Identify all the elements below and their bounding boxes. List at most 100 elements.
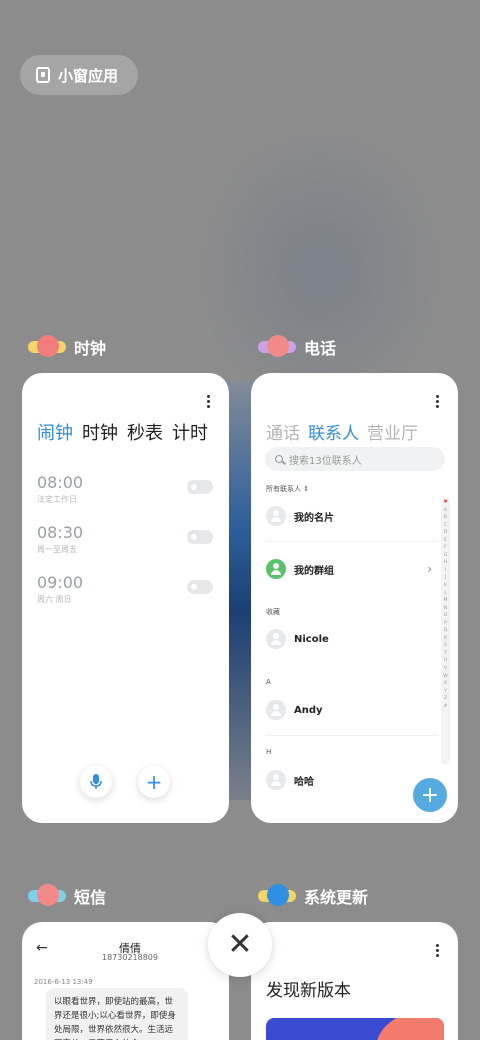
mini-window-label: 小窗应用 [58,66,119,85]
index-letter[interactable]: J [445,574,446,582]
add-contact-button[interactable]: + [413,778,447,812]
contact-name: 哈哈 [294,776,314,788]
index-letter[interactable]: A [444,507,447,515]
index-letter[interactable]: B [444,514,447,522]
plus-icon: + [420,782,440,808]
app-label-sms: 短信 [28,883,106,909]
sort-icon: ⇕ [303,485,310,493]
index-letter[interactable]: Z [444,695,447,703]
my-groups-label: 我的群组 [294,565,334,577]
contact-row[interactable]: Andy [266,698,436,722]
index-letter[interactable]: H [444,559,447,567]
index-letter[interactable]: M [444,597,448,605]
app-label-phone: 电话 [258,334,336,360]
contact-row[interactable]: 哈哈 [266,768,436,792]
index-letter[interactable]: # [444,703,448,711]
index-letter[interactable]: G [444,552,448,560]
mini-window-button[interactable]: 小窗应用 [20,55,138,95]
tab-alarm[interactable]: 闹钟 [37,419,73,445]
phone-more-icon[interactable] [436,395,440,408]
index-letter[interactable]: S [444,642,447,650]
mini-window-icon [36,67,50,83]
tab-timer[interactable]: 计时 [172,419,208,445]
search-placeholder: 搜索13位联系人 [289,455,362,467]
back-arrow-icon[interactable]: ← [36,940,48,956]
avatar-icon [266,506,286,526]
index-letter[interactable]: U [444,657,447,665]
close-all-button[interactable]: ✕ [208,913,272,977]
update-more-icon[interactable] [436,944,440,957]
alphabet-index[interactable]: ♥ A B C D E F G H I J K L M N O P Q R S T U V W X Y Z # [441,497,450,765]
my-card-row[interactable]: 我的名片 [266,504,436,528]
microphone-icon [90,774,102,789]
index-letter[interactable]: I [445,567,446,575]
index-letter[interactable]: V [444,665,447,673]
update-app-icon [258,883,296,909]
sms-app-name: 短信 [74,888,107,907]
alarm-toggle[interactable] [187,530,213,544]
tab-stopwatch[interactable]: 秒表 [127,419,163,445]
clock-app-name: 时钟 [74,339,107,358]
sms-contact-number: 18730218809 [102,953,158,962]
clock-app-icon [28,334,66,360]
alarm-toggle[interactable] [187,580,213,594]
index-letter[interactable]: Q [444,627,448,635]
section-favorites: 收藏 [266,608,280,616]
app-label-clock: 时钟 [28,334,106,360]
index-letter[interactable]: T [444,650,447,658]
voice-button[interactable] [80,766,112,798]
update-title: 发现新版本 [266,981,351,1001]
update-app-name: 系统更新 [304,888,369,907]
message-bubble: 以眼看世界，即使站的最高，世界还是很小;以心看世界，即使身处局限，世界依然很大。… [46,988,188,1040]
phone-card[interactable]: 通话 联系人 营业厅 搜索13位联系人 所有联系人 ⇕ 我的名片 我的群组 › … [251,373,458,823]
avatar-icon [266,700,286,720]
my-groups-row[interactable]: 我的群组 [266,557,436,581]
favorites-heart-icon: ♥ [443,500,448,505]
section-h: H [266,748,272,756]
index-letter[interactable]: W [443,673,448,681]
sms-date: 2016-6-13 13:49 [34,978,93,986]
index-letter[interactable]: P [444,620,447,628]
avatar-icon [266,770,286,790]
sms-card[interactable]: ← 倩倩 18730218809 2016-6-13 13:49 以眼看世界，即… [22,922,229,1040]
close-icon: ✕ [227,927,253,962]
contact-name: Andy [294,704,323,716]
tab-service-hall[interactable]: 营业厅 [367,419,418,444]
contact-filter[interactable]: 所有联系人 ⇕ [266,484,309,494]
index-letter[interactable]: O [444,612,448,620]
alarm-repeat: 周六 周日 [37,595,72,604]
alarm-repeat: 法定工作日 [37,495,77,504]
clock-card[interactable]: 闹钟 时钟 秒表 计时 08:00 法定工作日 08:30 周一至周五 09:0… [22,373,229,823]
my-card-label: 我的名片 [294,512,334,524]
tab-clock[interactable]: 时钟 [82,419,118,445]
update-card[interactable]: 发现新版本 [251,922,458,1040]
divider [266,541,438,542]
plus-icon: + [145,770,163,794]
contact-search-input[interactable]: 搜索13位联系人 [265,447,445,471]
index-letter[interactable]: N [444,605,447,613]
phone-app-name: 电话 [304,339,337,358]
groups-icon [266,559,286,579]
clock-tabs: 闹钟 时钟 秒表 计时 [37,419,208,445]
contact-row[interactable]: Nicole [266,627,436,651]
index-letter[interactable]: F [444,544,447,552]
index-letter[interactable]: Y [444,688,447,696]
index-letter[interactable]: K [444,582,447,590]
index-letter[interactable]: D [444,529,448,537]
add-alarm-button[interactable]: + [138,766,170,798]
app-label-update: 系统更新 [258,883,368,909]
index-letter[interactable]: C [444,522,447,530]
index-letter[interactable]: E [444,537,447,545]
alarm-toggle[interactable] [187,480,213,494]
phone-app-icon [258,334,296,360]
update-banner [266,1018,444,1040]
clock-more-icon[interactable] [207,395,211,408]
tab-contacts[interactable]: 联系人 [308,419,359,444]
section-a: A [266,678,271,686]
index-letter[interactable]: X [444,680,447,688]
index-letter[interactable]: R [444,635,447,643]
avatar-icon [266,629,286,649]
search-icon [275,455,283,463]
index-letter[interactable]: L [444,590,447,598]
tab-calls[interactable]: 通话 [266,419,300,444]
